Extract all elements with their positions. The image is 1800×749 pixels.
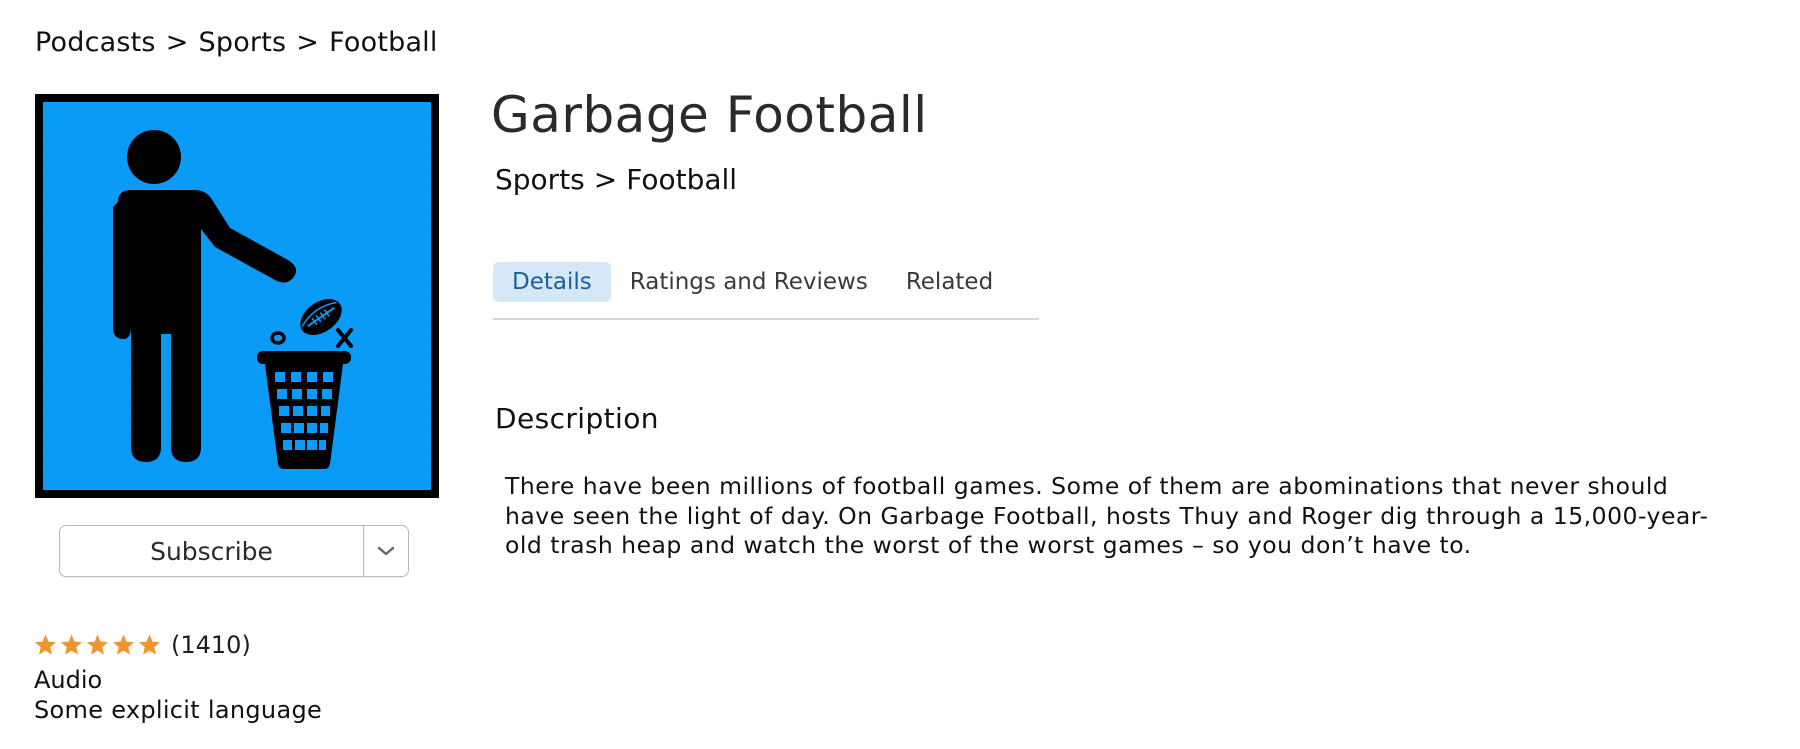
media-kind: Audio [34,666,103,694]
star-rating [33,633,163,657]
breadcrumb-podcasts[interactable]: Podcasts [35,27,156,58]
rating-count: (1410) [171,631,251,659]
category-separator: > [593,163,618,196]
podcast-page: Podcasts > Sports > Football Subscribe (… [0,0,1800,749]
subscribe-menu-button[interactable] [364,526,408,576]
subcategory-link[interactable]: Football [626,163,737,196]
tab-related[interactable]: Related [887,262,1012,302]
star-icon [61,634,82,655]
description-text: There have been millions of football gam… [505,472,1709,559]
tab-ratings-and-reviews[interactable]: Ratings and Reviews [611,262,887,302]
podcast-artwork [35,94,439,498]
person-throwing-football-in-trash-icon [43,102,431,490]
content-advisory: Some explicit language [34,696,323,724]
star-icon [35,634,56,655]
breadcrumb: Podcasts > Sports > Football [35,27,438,58]
page-title: Garbage Football [491,86,928,144]
subscribe-button[interactable]: Subscribe [60,526,364,576]
breadcrumb-football[interactable]: Football [329,27,437,58]
category-link[interactable]: Sports [495,163,585,196]
description-heading: Description [495,402,659,435]
breadcrumb-sports[interactable]: Sports [199,27,287,58]
tab-bar: Details Ratings and Reviews Related [493,262,1039,320]
breadcrumb-separator: > [165,27,189,58]
star-icon [87,634,108,655]
star-icon [113,634,134,655]
rating-summary: (1410) [33,631,251,659]
star-icon [139,634,160,655]
subscribe-control: Subscribe [59,525,409,577]
tab-details[interactable]: Details [493,262,611,302]
breadcrumb-separator: > [296,27,320,58]
chevron-down-icon [377,546,395,556]
category-path: Sports > Football [495,163,737,196]
